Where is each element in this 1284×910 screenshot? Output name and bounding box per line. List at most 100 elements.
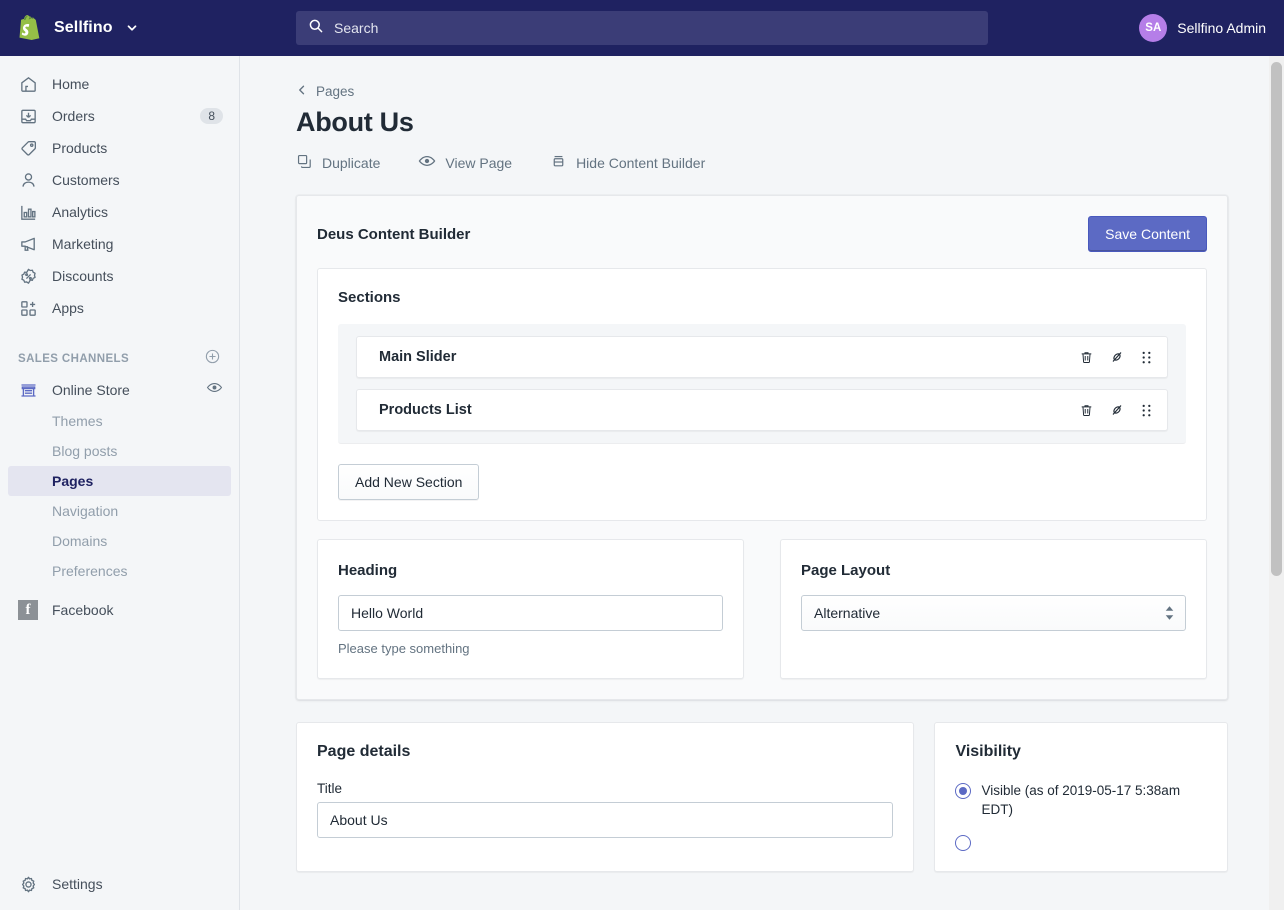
sidebar-item-preferences[interactable]: Preferences	[8, 556, 231, 586]
sidebar-item-label: Analytics	[52, 204, 109, 220]
view-page-label: View Page	[445, 154, 513, 171]
trash-icon[interactable]	[1079, 403, 1094, 418]
sidebar-item-label: Apps	[52, 300, 84, 316]
sidebar-subitem-label: Blog posts	[52, 443, 118, 459]
sidebar-item-customers[interactable]: Customers	[8, 164, 231, 196]
hide-content-builder-button[interactable]: Hide Content Builder	[550, 153, 705, 173]
title-label: Title	[317, 781, 343, 796]
user-name: Sellfino Admin	[1177, 20, 1266, 36]
sidebar-item-label: Customers	[52, 172, 120, 188]
page-details-heading: Page details	[317, 743, 411, 760]
search-icon	[308, 18, 324, 39]
eye-slash-icon[interactable]	[1109, 402, 1125, 418]
breadcrumb-label: Pages	[316, 84, 355, 99]
sidebar-item-home[interactable]: Home	[8, 68, 231, 100]
radio-icon[interactable]	[955, 783, 972, 799]
drag-handle-icon[interactable]	[1140, 403, 1153, 418]
storefront-icon	[18, 380, 38, 400]
brand-name: Sellfino	[54, 19, 113, 36]
sidebar-item-apps[interactable]: Apps	[8, 292, 231, 324]
heading-field-card: Heading Please type something	[317, 539, 744, 679]
sales-channels-header: SALES CHANNELS	[0, 344, 239, 374]
plus-circle-icon[interactable]	[204, 348, 221, 370]
add-new-section-button[interactable]: Add New Section	[338, 464, 480, 500]
search-placeholder: Search	[334, 20, 379, 36]
visibility-option-visible[interactable]: Visible (as of 2019-05-17 5:38am EDT)	[955, 781, 1207, 819]
eye-icon[interactable]	[206, 379, 223, 401]
sidebar-subitem-label: Navigation	[52, 503, 119, 519]
products-tag-icon	[18, 138, 38, 158]
marketing-megaphone-icon	[18, 234, 38, 254]
sidebar-item-discounts[interactable]: Discounts	[8, 260, 231, 292]
sections-title: Sections	[338, 289, 401, 306]
duplicate-button[interactable]: Duplicate	[296, 153, 380, 173]
heading-help-text: Please type something	[338, 641, 470, 656]
bottom-row: Page details Title Visibility Visible (a…	[296, 722, 1228, 872]
section-row-actions	[1079, 402, 1153, 418]
save-content-button[interactable]: Save Content	[1088, 216, 1207, 252]
builder-fields-row: Heading Please type something Page Layou…	[317, 539, 1207, 679]
user-menu[interactable]: SA Sellfino Admin	[1139, 0, 1266, 56]
sidebar-item-label: Online Store	[52, 382, 130, 398]
sidebar-item-online-store[interactable]: Online Store	[8, 374, 231, 406]
sidebar-item-pages[interactable]: Pages	[8, 466, 231, 496]
scrollbar-thumb[interactable]	[1271, 62, 1282, 576]
orders-inbox-icon	[18, 106, 38, 126]
page-title: About Us	[296, 107, 414, 137]
sidebar-item-facebook[interactable]: f Facebook	[8, 594, 231, 626]
table-row[interactable]: Products List	[356, 389, 1168, 431]
breadcrumb[interactable]: Pages	[296, 84, 1228, 99]
apps-grid-plus-icon	[18, 298, 38, 318]
eye-icon	[418, 152, 436, 173]
facebook-icon: f	[18, 600, 38, 620]
page-scrollbar[interactable]	[1269, 56, 1284, 910]
visibility-heading: Visibility	[955, 743, 1021, 760]
settings-row: Settings	[0, 868, 240, 900]
table-row[interactable]: Main Slider	[356, 336, 1168, 378]
sales-channels-label: SALES CHANNELS	[18, 353, 130, 365]
radio-icon[interactable]	[955, 835, 972, 851]
heading-input[interactable]	[338, 595, 723, 631]
page-layout-select[interactable]: Alternative	[801, 595, 1186, 631]
page-layout-selected-value: Alternative	[814, 605, 881, 621]
trash-icon[interactable]	[1079, 350, 1094, 365]
top-bar: Sellfino Search SA Sellfino Admin	[0, 0, 1284, 56]
sidebar: Home Orders 8 Products Customers Analyti…	[0, 56, 240, 910]
content-builder-title: Deus Content Builder	[317, 225, 471, 243]
sidebar-item-products[interactable]: Products	[8, 132, 231, 164]
sidebar-subitem-label: Preferences	[52, 563, 128, 579]
avatar: SA	[1139, 14, 1168, 42]
content-builder-header: Deus Content Builder Save Content	[317, 216, 1207, 252]
sidebar-item-blog-posts[interactable]: Blog posts	[8, 436, 231, 466]
sidebar-item-label: Facebook	[52, 602, 114, 618]
sidebar-item-domains[interactable]: Domains	[8, 526, 231, 556]
sidebar-item-marketing[interactable]: Marketing	[8, 228, 231, 260]
duplicate-label: Duplicate	[322, 154, 381, 171]
sidebar-item-label: Orders	[52, 108, 95, 124]
sidebar-item-settings[interactable]: Settings	[8, 868, 232, 900]
chevron-down-icon[interactable]	[125, 21, 139, 35]
sections-card: Sections Main Slider Products List Add N…	[317, 268, 1207, 521]
visibility-option-label: Visible (as of 2019-05-17 5:38am EDT)	[981, 783, 1181, 817]
sidebar-item-label: Products	[52, 140, 108, 156]
sidebar-item-navigation[interactable]: Navigation	[8, 496, 231, 526]
search-input[interactable]: Search	[296, 11, 988, 45]
brand-area[interactable]: Sellfino	[0, 0, 240, 56]
sidebar-item-orders[interactable]: Orders 8	[8, 100, 231, 132]
chevron-left-icon	[296, 84, 308, 99]
sidebar-subitem-label: Themes	[52, 413, 103, 429]
gear-icon	[18, 874, 38, 894]
view-page-button[interactable]: View Page	[418, 152, 512, 173]
discounts-percent-icon	[18, 266, 38, 286]
title-input[interactable]	[317, 802, 894, 838]
sidebar-item-label: Home	[52, 76, 90, 92]
eye-slash-icon[interactable]	[1109, 349, 1125, 365]
drag-handle-icon[interactable]	[1140, 350, 1153, 365]
sidebar-item-label: Settings	[52, 876, 103, 892]
sidebar-item-analytics[interactable]: Analytics	[8, 196, 231, 228]
sidebar-subitem-label: Pages	[52, 473, 94, 489]
sidebar-item-themes[interactable]: Themes	[8, 406, 231, 436]
visibility-option-hidden[interactable]	[955, 833, 1207, 851]
hide-builder-icon	[550, 153, 567, 173]
page-actions: Duplicate View Page Hide Content Builder	[296, 152, 1228, 173]
